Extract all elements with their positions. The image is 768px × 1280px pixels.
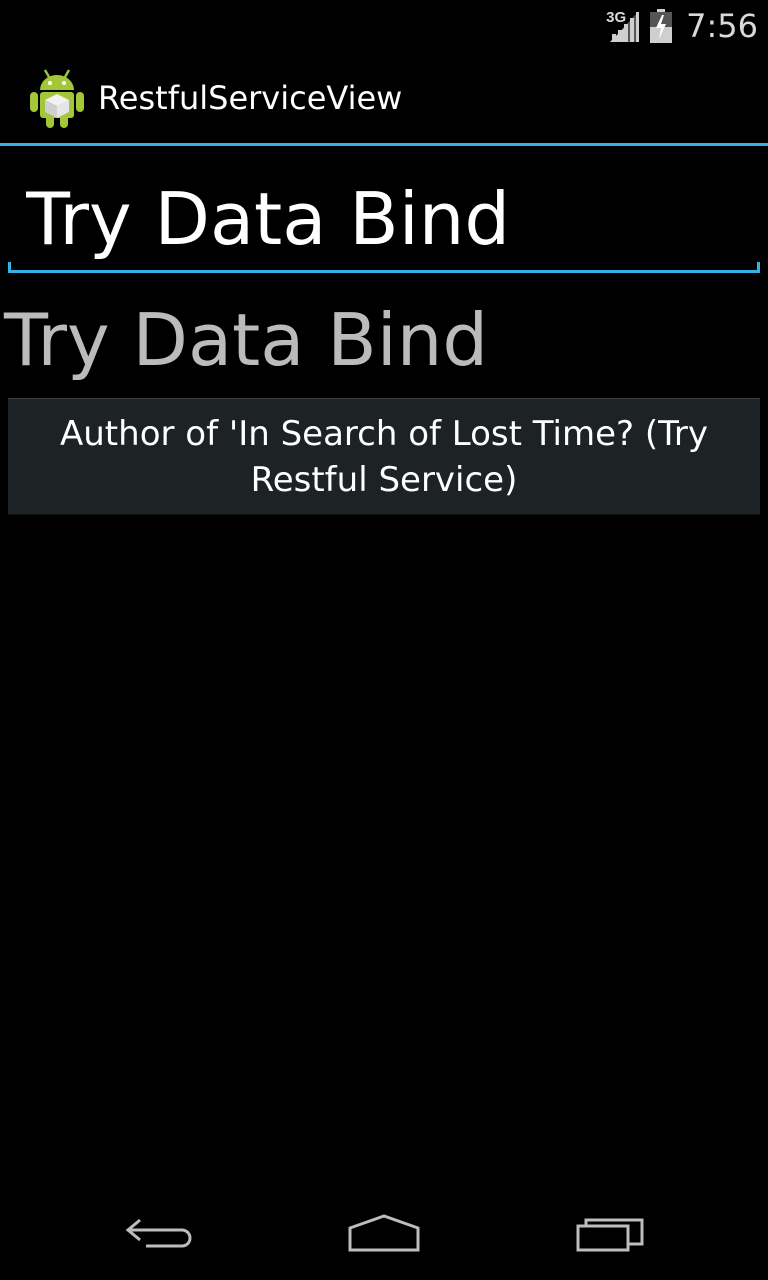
screen: 3G 7:56 RestfulServiceView Try Data Bind… [0,0,768,1280]
signal-icon: 3G [606,8,640,44]
action-bar-divider [0,143,768,146]
navigation-bar [0,1184,768,1280]
status-icons: 3G 7:56 [606,6,758,46]
data-bind-input[interactable] [26,174,746,264]
clock: 7:56 [686,7,758,45]
action-bar: RestfulServiceView [0,50,768,143]
data-bind-text-view: Try Data Bind [4,298,489,382]
app-title: RestfulServiceView [98,79,403,117]
restful-service-button[interactable]: Author of 'In Search of Lost Time? (Try … [8,398,760,515]
status-bar: 3G 7:56 [0,0,768,50]
home-icon[interactable] [334,1204,434,1264]
edit-underline [8,270,760,273]
network-type-label: 3G [606,9,627,26]
data-bind-edit-field[interactable] [8,170,760,275]
recents-icon[interactable] [560,1204,660,1264]
battery-icon [650,9,673,43]
restful-service-button-label: Author of 'In Search of Lost Time? (Try … [60,413,708,500]
android-app-icon[interactable] [26,66,88,130]
back-icon[interactable] [110,1204,210,1264]
